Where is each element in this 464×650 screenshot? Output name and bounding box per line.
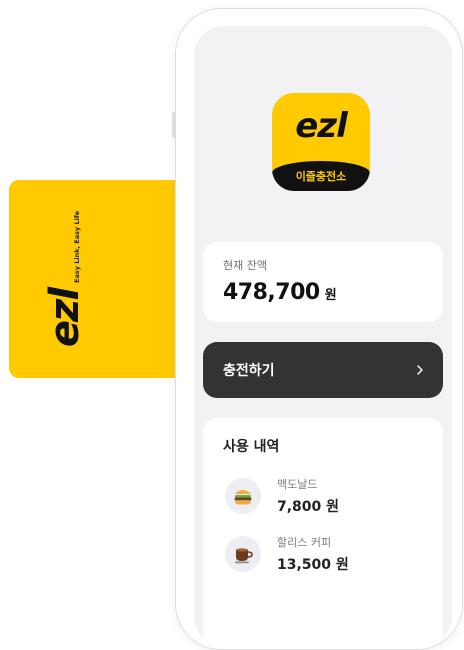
item-icon-wrap [225,536,261,572]
history-item-amount: 13,500 원 [277,557,349,573]
balance-value: 478,700 원 [223,280,423,305]
history-item-text: 맥도날드 7,800 원 [277,476,339,516]
phone-screen: ezl 이즐충전소 현재 잔액 478,700 원 충전하기 사용 내역 맥도날… [194,26,452,646]
charge-button-label: 충전하기 [223,363,275,379]
card-branding: ezl Easy Link, Easy Life [42,210,88,348]
card-logo: ezl [42,288,88,348]
item-icon-wrap [225,478,261,514]
coffee-cup-icon [235,548,253,564]
history-item-text: 할리스 커피 13,500 원 [277,534,349,574]
usage-history: 사용 내역 맥도날드 7,800 원 할리스 커피 13,500 원 [203,418,443,646]
history-item[interactable]: 할리스 커피 13,500 원 [225,534,349,574]
app-icon-name: 이즐충전소 [272,161,370,191]
app-icon: ezl 이즐충전소 [272,93,370,191]
card-slogan: Easy Link, Easy Life [73,210,81,283]
chevron-right-icon [417,365,423,375]
charge-button[interactable]: 충전하기 [203,342,443,398]
usage-history-title: 사용 내역 [223,439,280,455]
history-item-name: 할리스 커피 [277,536,332,549]
balance-label: 현재 잔액 [223,259,267,272]
history-item-name: 맥도날드 [277,478,318,491]
history-item-amount: 7,800 원 [277,499,340,515]
balance-amount: 478,700 [223,280,320,305]
balance-card: 현재 잔액 478,700 원 [203,242,443,322]
app-icon-logo: ezl [295,106,348,146]
history-item[interactable]: 맥도날드 7,800 원 [225,476,339,516]
balance-unit: 원 [324,288,337,303]
burger-icon [234,490,252,505]
